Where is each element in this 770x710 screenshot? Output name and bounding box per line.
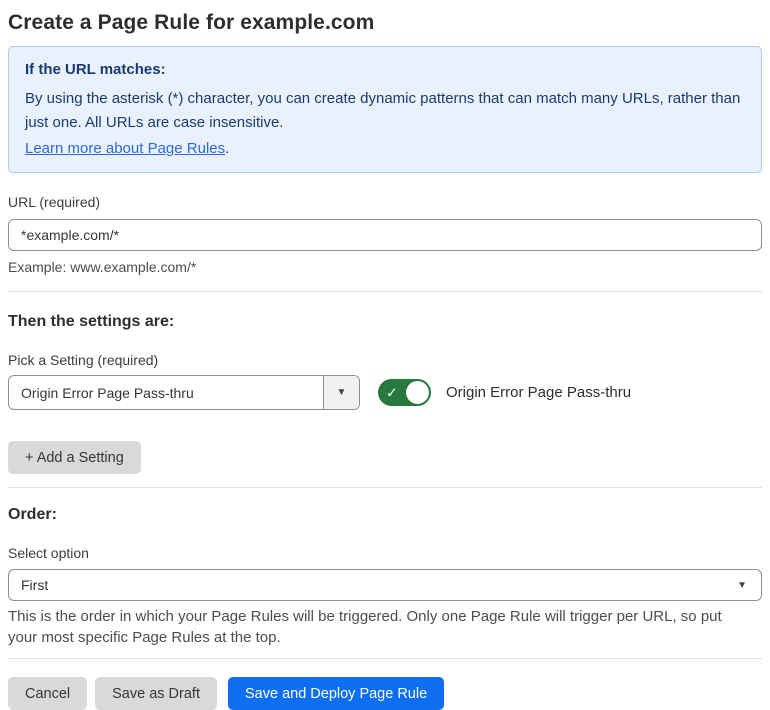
info-box-body: By using the asterisk (*) character, you… (25, 90, 741, 131)
setting-dropdown[interactable]: Origin Error Page Pass-thru ▼ (8, 375, 360, 410)
setting-toggle-label: Origin Error Page Pass-thru (446, 384, 632, 401)
info-box-heading: If the URL matches: (25, 61, 166, 78)
add-setting-button[interactable]: + Add a Setting (8, 441, 141, 474)
order-helper-text: This is the order in which your Page Rul… (8, 608, 722, 646)
toggle-knob (406, 381, 429, 404)
pick-setting-label: Pick a Setting (required) (8, 352, 159, 368)
save-and-deploy-button[interactable]: Save and Deploy Page Rule (227, 677, 445, 710)
url-example-helper: Example: www.example.com/* (8, 259, 197, 275)
setting-dropdown-value: Origin Error Page Pass-thru (21, 384, 194, 401)
link-suffix: . (225, 140, 230, 157)
divider (8, 291, 762, 292)
save-as-draft-button[interactable]: Save as Draft (95, 677, 217, 710)
chevron-down-icon: ▼ (737, 579, 747, 591)
setting-toggle[interactable]: ✓ (378, 379, 431, 406)
select-option-label: Select option (8, 545, 89, 561)
order-select[interactable]: First ▼ (8, 569, 762, 601)
check-icon: ✓ (386, 384, 398, 401)
url-input[interactable] (8, 219, 762, 251)
divider (8, 487, 762, 488)
order-select-value: First (21, 577, 49, 593)
footer-actions: Cancel Save as Draft Save and Deploy Pag… (8, 677, 762, 710)
learn-more-link[interactable]: Learn more about Page Rules (25, 140, 225, 157)
settings-section-heading: Then the settings are: (8, 313, 175, 330)
info-link-line: Learn more about Page Rules. (25, 138, 745, 160)
setting-row: Origin Error Page Pass-thru ▼ ✓ Origin E… (8, 375, 762, 410)
chevron-down-icon[interactable]: ▼ (323, 376, 359, 409)
page-title: Create a Page Rule for example.com (8, 11, 375, 34)
url-label: URL (required) (8, 194, 101, 210)
cancel-button[interactable]: Cancel (8, 677, 88, 710)
order-section-heading: Order: (8, 506, 57, 523)
divider (8, 658, 762, 659)
create-page-rule-form: Create a Page Rule for example.com If th… (0, 0, 770, 710)
url-match-info-box: If the URL matches: By using the asteris… (8, 46, 762, 173)
setting-toggle-group: ✓ Origin Error Page Pass-thru (378, 379, 631, 406)
